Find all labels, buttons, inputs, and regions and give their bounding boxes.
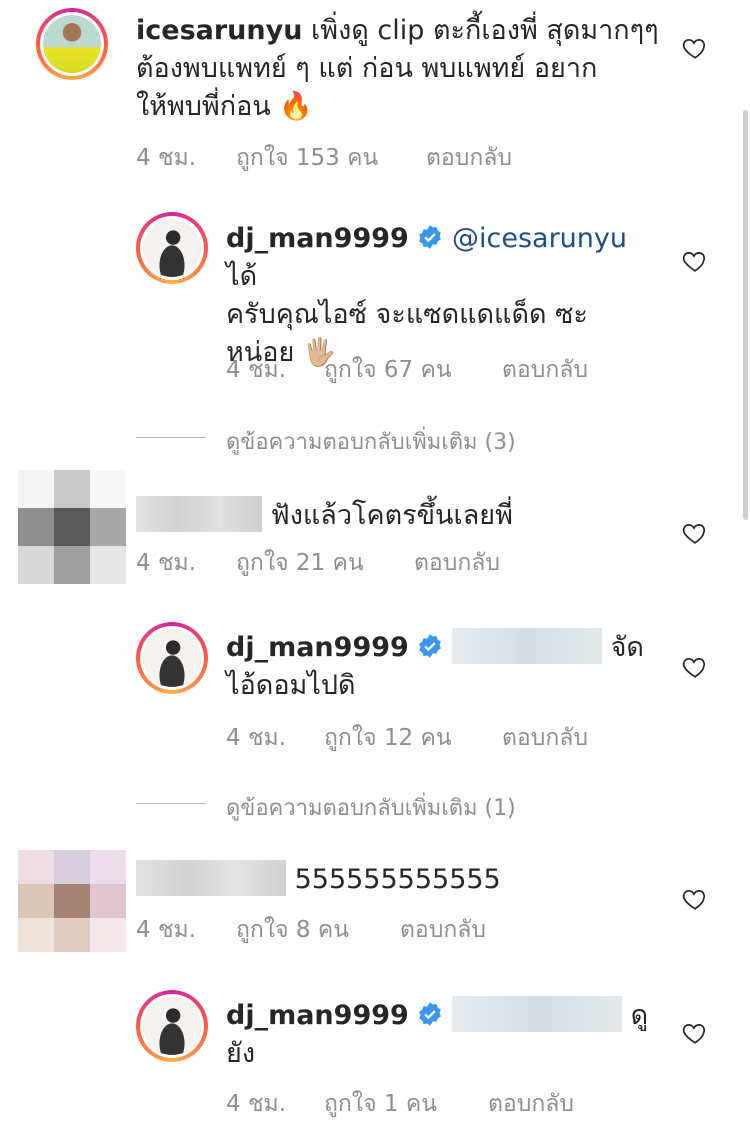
mention-link[interactable]: @icesarunyu <box>452 223 627 254</box>
comment-likes[interactable]: ถูกใจ 67 คน <box>324 352 502 388</box>
comment-likes[interactable]: ถูกใจ 1 คน <box>324 1086 488 1122</box>
heart-outline-icon[interactable] <box>682 886 708 912</box>
comment-time: 4 ชม. <box>136 145 197 171</box>
reply-button[interactable]: ตอบกลับ <box>400 912 486 948</box>
heart-outline-icon[interactable] <box>682 248 708 274</box>
comment-time: 4 ชม. <box>136 550 197 576</box>
comment-text: icesarunyu เพิ่งดู clip ตะกี้เองพี่ สุดม… <box>136 12 676 126</box>
view-more-replies[interactable]: ดูข้อความตอบกลับเพิ่มเติม (3) <box>226 424 516 459</box>
reply-button[interactable]: ตอบกลับ <box>488 1086 574 1122</box>
divider <box>136 437 206 438</box>
redacted-username <box>136 496 262 532</box>
comment-meta: 4 ชม. ถูกใจ 12 คน ตอบกลับ <box>226 720 588 756</box>
comment-meta: 4 ชม. ถูกใจ 67 คน ตอบกลับ <box>226 352 588 388</box>
comment-line: ให้พบพี่ก่อน <box>136 91 271 122</box>
reply-button[interactable]: ตอบกลับ <box>502 352 588 388</box>
heart-outline-icon[interactable] <box>682 35 708 61</box>
comment-line: ครับคุณไอซ์ จะแซดแดแด็ด ซะ <box>226 299 588 330</box>
avatar[interactable] <box>18 470 126 584</box>
comment-time: 4 ชม. <box>136 917 197 943</box>
heart-outline-icon[interactable] <box>682 1020 708 1046</box>
avatar[interactable] <box>36 8 108 80</box>
comment-username[interactable]: dj_man9999 <box>226 632 409 663</box>
verified-badge-icon <box>419 1002 442 1026</box>
divider <box>136 803 206 804</box>
comment-text: dj_man9999 จัด ไอ้ดอมไปดิ <box>226 628 656 705</box>
comment-username[interactable]: dj_man9999 <box>226 223 409 254</box>
verified-badge-icon <box>419 634 442 658</box>
comment-likes[interactable]: ถูกใจ 153 คน <box>236 140 426 176</box>
avatar[interactable] <box>136 990 208 1062</box>
comment-line: ต้องพบแพทย์ ๆ แต่ ก่อน พบแพทย์ อยาก <box>136 53 598 84</box>
comment-username[interactable]: dj_man9999 <box>226 1000 409 1031</box>
verified-badge-icon <box>419 225 442 249</box>
comment-text: dj_man9999 @icesarunyu ได้ ครับคุณไอซ์ จ… <box>226 220 656 372</box>
comment-line: ดู <box>630 1000 649 1031</box>
redacted-username <box>136 860 286 896</box>
comment-line: 555555555555 <box>294 864 501 895</box>
comment-text: ฟังแล้วโคตรขึ้นเลยพี่ <box>136 496 656 535</box>
comment-meta: 4 ชม. ถูกใจ 1 คน ตอบกลับ <box>226 1086 574 1122</box>
scrollbar[interactable] <box>743 110 748 520</box>
redacted-mention <box>452 996 622 1032</box>
view-more-replies[interactable]: ดูข้อความตอบกลับเพิ่มเติม (1) <box>226 790 516 825</box>
reply-button[interactable]: ตอบกลับ <box>426 140 512 176</box>
redacted-mention <box>452 628 602 664</box>
comment-line: ฟังแล้วโคตรขึ้นเลยพี่ <box>270 500 513 531</box>
comment-likes[interactable]: ถูกใจ 8 คน <box>236 912 400 948</box>
comment-likes[interactable]: ถูกใจ 12 คน <box>324 720 502 756</box>
heart-outline-icon[interactable] <box>682 520 708 546</box>
comment-meta: 4 ชม. ถูกใจ 153 คน ตอบกลับ <box>136 140 512 176</box>
comment-time: 4 ชม. <box>226 725 287 751</box>
comment-line: ไอ้ดอมไปดิ <box>226 670 356 701</box>
comment-line: เพิ่งดู clip ตะกี้เองพี่ สุดมากๆๆ <box>311 15 659 46</box>
comment-meta: 4 ชม. ถูกใจ 21 คน ตอบกลับ <box>136 545 500 581</box>
comment-line: ได้ <box>226 261 258 292</box>
comment-username[interactable]: icesarunyu <box>136 15 302 46</box>
comment-line: ยัง <box>226 1038 256 1069</box>
avatar[interactable] <box>136 622 208 694</box>
comment-likes[interactable]: ถูกใจ 21 คน <box>236 545 414 581</box>
reply-button[interactable]: ตอบกลับ <box>502 720 588 756</box>
reply-button[interactable]: ตอบกลับ <box>414 545 500 581</box>
comment-text: dj_man9999 ดู ยัง <box>226 996 656 1073</box>
heart-outline-icon[interactable] <box>682 654 708 680</box>
comment-line: จัด <box>610 632 644 663</box>
comment-text: 555555555555 <box>136 860 656 899</box>
avatar[interactable] <box>18 850 126 952</box>
fire-emoji: 🔥 <box>279 91 313 122</box>
comment-meta: 4 ชม. ถูกใจ 8 คน ตอบกลับ <box>136 912 486 948</box>
avatar[interactable] <box>136 212 208 284</box>
comment-time: 4 ชม. <box>226 357 287 383</box>
comment-time: 4 ชม. <box>226 1091 287 1117</box>
